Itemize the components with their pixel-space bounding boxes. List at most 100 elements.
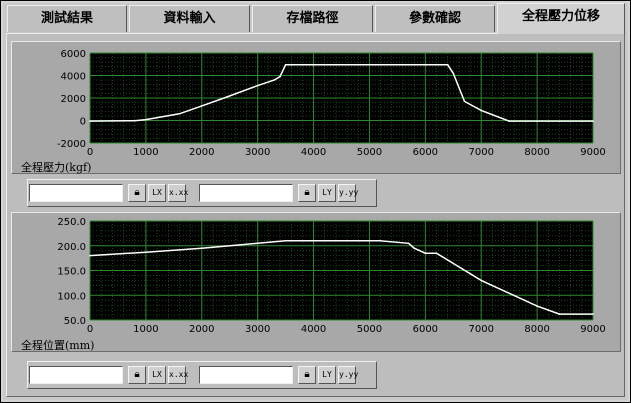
data-point: [312, 64, 315, 66]
data-point: [256, 84, 259, 87]
data-point: [536, 120, 538, 122]
force-chart: 0 1000 2000 3000 4000 5000 6000 7000 8000 9000 600…: [57, 49, 606, 158]
data-point: [279, 75, 281, 78]
force-graph-toolbar: 🔒︎ LX x.xx 🔒︎ LY y.yy: [27, 179, 377, 207]
data-point: [508, 120, 510, 122]
force-x-cursor-field[interactable]: [29, 184, 123, 202]
x-tick-label: 0: [87, 324, 93, 335]
y-tick-label: 0: [80, 117, 86, 128]
tab-content: 0 1000 2000 3000 4000 5000 6000 7000 8000 9000 600…: [6, 33, 625, 397]
x-tick-label: 2000: [189, 147, 214, 158]
data-point: [290, 64, 293, 66]
tab-data-input[interactable]: 資料輸入: [129, 5, 250, 32]
lock-icon: 🔒︎: [134, 369, 140, 380]
data-point: [273, 79, 276, 81]
force-x-format-button[interactable]: x.xx: [168, 184, 188, 202]
x-tick-label: 6000: [413, 324, 438, 335]
data-point: [256, 242, 259, 245]
x-tick-label: 8000: [524, 324, 549, 335]
y-tick-label: 100.0: [57, 291, 86, 302]
data-point: [200, 105, 203, 107]
position-graph-panel: 0 1000 2000 3000 4000 5000 6000 7000 8000 9000 250…: [11, 212, 621, 352]
data-point: [89, 120, 91, 122]
force-chart-label: 全程壓力(kgf): [21, 161, 92, 174]
position-x-lock-button[interactable]: 🔒︎: [128, 366, 146, 384]
x-tick-label: 9000: [580, 324, 605, 335]
lock-icon: 🔒︎: [304, 187, 310, 198]
data-point: [435, 252, 438, 254]
force-y-scale-button[interactable]: LY: [318, 184, 336, 202]
data-point: [413, 247, 415, 250]
force-y-cursor-field[interactable]: [199, 184, 293, 202]
position-x-scale-button[interactable]: LX: [148, 366, 166, 384]
position-chart-label: 全程位置(mm): [21, 339, 95, 352]
x-tick-label: 6000: [413, 147, 438, 158]
tab-full-pressure-displacement[interactable]: 全程壓力位移: [497, 3, 625, 34]
data-point: [592, 120, 594, 122]
data-point: [133, 119, 136, 122]
data-point: [558, 313, 561, 315]
data-point: [452, 72, 455, 75]
force-x-scale-button[interactable]: LX: [148, 184, 166, 202]
y-tick-label: 2000: [61, 94, 86, 105]
position-graph-toolbar: 🔒︎ LX x.xx 🔒︎ LY y.yy: [27, 361, 377, 389]
app-window: 測試結果 資料輸入 存檔路徑 參數確認 0 1000 2000 3000 4000 500…: [0, 0, 631, 403]
x-tick-label: 2000: [189, 324, 214, 335]
x-tick-label: 4000: [301, 147, 326, 158]
data-point: [463, 100, 466, 103]
y-tick-label: 250.0: [57, 217, 86, 228]
x-tick-label: 1000: [133, 324, 158, 335]
data-point: [424, 252, 427, 254]
tab-test-results[interactable]: 測試結果: [7, 5, 127, 32]
y-tick-label: -2000: [57, 139, 86, 150]
data-point: [223, 97, 225, 99]
force-y-lock-button[interactable]: 🔒︎: [298, 184, 316, 202]
data-point: [592, 313, 594, 315]
data-point: [284, 240, 287, 242]
tab-parameter-check[interactable]: 參數確認: [375, 5, 495, 32]
data-point: [407, 242, 410, 245]
tab-save-path[interactable]: 存檔路徑: [252, 5, 373, 32]
y-tick-label: 200.0: [57, 242, 86, 253]
position-y-cursor-field[interactable]: [199, 366, 293, 384]
y-tick-label: 6000: [61, 49, 86, 60]
data-point: [446, 64, 449, 66]
position-x-format-button[interactable]: x.xx: [168, 366, 188, 384]
data-point: [145, 118, 147, 121]
x-tick-label: 3000: [245, 147, 270, 158]
position-y-format-button[interactable]: y.yy: [338, 366, 358, 384]
x-tick-label: 5000: [357, 147, 382, 158]
data-point: [312, 240, 315, 242]
x-tick-label: 3000: [245, 324, 270, 335]
x-tick-label: 1000: [133, 147, 158, 158]
data-point: [368, 240, 371, 242]
y-tick-label: 50.0: [64, 316, 86, 327]
position-chart: 0 1000 2000 3000 4000 5000 6000 7000 8000 9000 250…: [57, 217, 605, 335]
force-x-lock-button[interactable]: 🔒︎: [128, 184, 146, 202]
position-x-cursor-field[interactable]: [29, 366, 123, 384]
data-point: [480, 279, 483, 282]
data-point: [200, 247, 203, 250]
force-y-format-button[interactable]: y.yy: [338, 184, 358, 202]
x-tick-label: 7000: [468, 324, 493, 335]
force-graph-panel: 0 1000 2000 3000 4000 5000 6000 7000 8000 9000 600…: [11, 41, 621, 174]
x-tick-label: 0: [87, 147, 93, 158]
y-tick-label: 4000: [61, 72, 86, 83]
x-tick-label: 8000: [524, 147, 549, 158]
data-point: [284, 64, 287, 66]
data-point: [536, 305, 538, 307]
data-point: [424, 64, 427, 66]
y-tick-label: 150.0: [57, 267, 86, 278]
x-tick-label: 7000: [468, 147, 493, 158]
x-tick-label: 5000: [357, 324, 382, 335]
lock-icon: 🔒︎: [304, 369, 310, 380]
position-y-lock-button[interactable]: 🔒︎: [298, 366, 316, 384]
position-y-scale-button[interactable]: LY: [318, 366, 336, 384]
lock-icon: 🔒︎: [134, 187, 140, 198]
data-point: [379, 240, 382, 242]
data-point: [480, 109, 483, 112]
x-tick-label: 4000: [301, 324, 326, 335]
x-tick-label: 9000: [580, 147, 605, 158]
data-point: [145, 251, 147, 253]
data-point: [368, 64, 371, 66]
